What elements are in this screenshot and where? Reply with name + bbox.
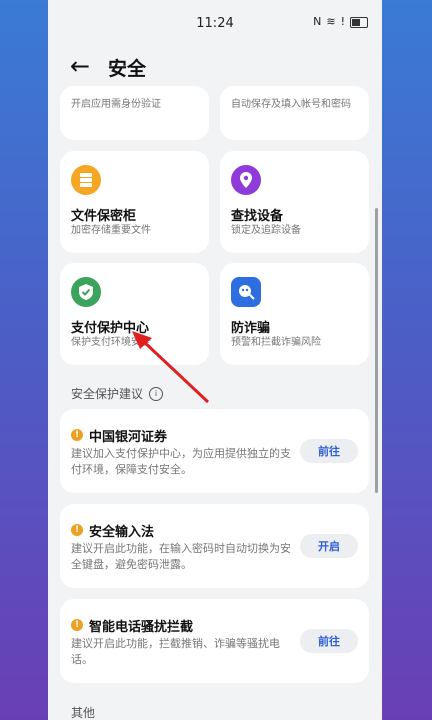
safe-box-icon (71, 165, 101, 195)
suggestion-title: 智能电话骚扰拦截 (89, 620, 194, 635)
section-title-text: 其他 (71, 706, 96, 720)
warning-icon: ! (71, 429, 83, 441)
tile-find-device[interactable]: 查找设备 锁定及追踪设备 (220, 151, 369, 253)
suggestion-title: 中国银河证券 (89, 430, 168, 445)
tile-desc: 锁定及追踪设备 (231, 225, 301, 236)
alert-icon: ! (340, 15, 345, 28)
battery-icon (350, 16, 368, 28)
back-arrow-icon[interactable]: ← (70, 52, 90, 80)
suggestion-title: 安全输入法 (89, 525, 155, 540)
warning-icon: ! (71, 619, 83, 631)
tile-desc: 预警和拦截诈骗风险 (231, 337, 321, 348)
section-title-other: 其他 (71, 704, 95, 720)
suggestion-card-call-blocking: ! 智能电话骚扰拦截 建议开启此功能，拦截推销、诈骗等骚扰电话。 前往 (60, 599, 369, 683)
tile-desc: 自动保存及填入帐号和密码 (231, 99, 351, 110)
shield-check-icon (71, 277, 101, 307)
suggestion-card-galaxy-securities: ! 中国银河证券 建议加入支付保护中心，为应用提供独立的支付环境，保障支付安全。… (60, 409, 369, 493)
tile-app-lock[interactable]: 开启应用需身份验证 (60, 86, 209, 140)
page-header: ← 安全 (48, 46, 382, 86)
tile-file-vault[interactable]: 文件保密柜 加密存储重要文件 (60, 151, 209, 253)
go-button[interactable]: 前往 (300, 629, 358, 653)
section-title-text: 安全保护建议 (71, 387, 144, 401)
tile-name: 查找设备 (231, 209, 284, 224)
go-button[interactable]: 前往 (300, 439, 358, 463)
anti-fraud-icon (231, 277, 261, 307)
section-title-suggestions: 安全保护建议 i (71, 385, 164, 402)
status-bar: 11:24 N ≋ ! (48, 0, 382, 46)
tile-payment-protection[interactable]: 支付保护中心 保护支付环境安全 (60, 263, 209, 365)
tile-desc: 加密存储重要文件 (71, 225, 151, 236)
tile-desc: 开启应用需身份验证 (71, 99, 161, 110)
warning-icon: ! (71, 524, 83, 536)
status-icons: N ≋ ! (313, 16, 368, 28)
tile-password-vault[interactable]: 自动保存及填入帐号和密码 (220, 86, 369, 140)
suggestion-desc: 建议开启此功能，拦截推销、诈骗等骚扰电话。 (71, 637, 280, 666)
location-pin-icon (231, 165, 261, 195)
phone-screen: 11:24 N ≋ ! ← 安全 开启应用需身份验证 自动保存及填入帐号和密码 … (48, 0, 382, 720)
tile-name: 支付保护中心 (71, 321, 150, 336)
suggestion-desc: 建议开启此功能，在输入密码时自动切换为安全键盘，避免密码泄露。 (71, 542, 291, 571)
nfc-icon: N (313, 15, 322, 28)
page-title: 安全 (108, 58, 147, 80)
info-icon[interactable]: i (149, 386, 164, 401)
suggestion-card-secure-input: ! 安全输入法 建议开启此功能，在输入密码时自动切换为安全键盘，避免密码泄露。 … (60, 504, 369, 588)
tile-desc: 保护支付环境安全 (71, 337, 151, 348)
enable-button[interactable]: 开启 (300, 534, 358, 558)
suggestion-desc: 建议加入支付保护中心，为应用提供独立的支付环境，保障支付安全。 (71, 447, 291, 476)
tile-name: 防诈骗 (231, 321, 271, 336)
tile-name: 文件保密柜 (71, 209, 137, 224)
scrollbar[interactable] (375, 208, 378, 493)
tile-anti-fraud[interactable]: 防诈骗 预警和拦截诈骗风险 (220, 263, 369, 365)
wifi-icon: ≋ (326, 15, 336, 28)
